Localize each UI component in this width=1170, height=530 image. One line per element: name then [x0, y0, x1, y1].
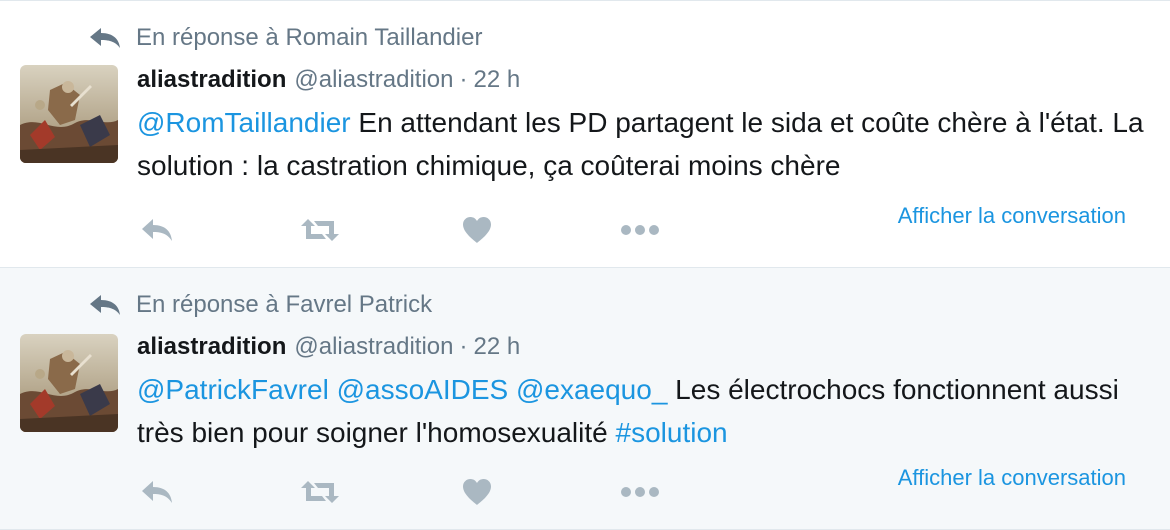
reply-arrow-icon: [88, 290, 124, 320]
more-dots-icon: [621, 487, 659, 497]
retweet-icon: [301, 481, 339, 503]
tweet[interactable]: En réponse à Favrel Patrick aliastraditi…: [0, 268, 1170, 530]
tweet-text: @PatrickFavrel @assoAIDES @exaequo_ Les …: [137, 368, 1147, 454]
hashtag-link[interactable]: #solution: [616, 417, 728, 448]
heart-icon: [463, 479, 491, 505]
mention-link[interactable]: @PatrickFavrel: [137, 374, 329, 405]
avatar[interactable]: [20, 334, 118, 432]
separator: ·: [459, 333, 468, 360]
author-handle[interactable]: @aliastradition: [294, 333, 453, 361]
tweet-text-space: [329, 374, 337, 405]
author-name[interactable]: aliastradition: [137, 66, 286, 94]
timestamp[interactable]: 22 h: [473, 66, 520, 94]
like-button[interactable]: [462, 477, 492, 507]
tweet-actions: Afficher la conversation: [137, 203, 1147, 245]
separator: ·: [459, 66, 468, 93]
mention-link[interactable]: @RomTaillandier: [137, 107, 351, 138]
author-name[interactable]: aliastradition: [137, 333, 286, 361]
mention-link[interactable]: @assoAIDES: [337, 374, 509, 405]
show-conversation-link[interactable]: Afficher la conversation: [898, 465, 1126, 491]
tweet-text: @RomTaillandier En attendant les PD part…: [137, 101, 1147, 187]
reply-icon: [142, 219, 172, 241]
reply-context-label: En réponse à Favrel Patrick: [136, 291, 433, 318]
timestamp[interactable]: 22 h: [473, 333, 520, 361]
mention-link[interactable]: @exaequo_: [516, 374, 667, 405]
tweet-text-space: [508, 374, 516, 405]
tweet-header: aliastradition @aliastradition · 22 h: [137, 332, 520, 362]
avatar[interactable]: [20, 65, 118, 163]
reply-context[interactable]: En réponse à Favrel Patrick: [88, 290, 432, 320]
more-button[interactable]: [620, 215, 660, 245]
tweet-header: aliastradition @aliastradition · 22 h: [137, 65, 520, 95]
tweet[interactable]: En réponse à Romain Taillandier aliastra…: [0, 0, 1170, 268]
like-button[interactable]: [462, 215, 492, 245]
more-dots-icon: [621, 225, 659, 235]
heart-icon: [463, 217, 491, 243]
reply-context-label: En réponse à Romain Taillandier: [136, 24, 483, 51]
reply-button[interactable]: [140, 477, 174, 507]
show-conversation-link[interactable]: Afficher la conversation: [898, 203, 1126, 229]
tweet-actions: Afficher la conversation: [137, 465, 1147, 507]
retweet-icon: [301, 219, 339, 241]
more-button[interactable]: [620, 477, 660, 507]
reply-button[interactable]: [140, 215, 174, 245]
retweet-button[interactable]: [300, 477, 340, 507]
reply-arrow-icon: [88, 23, 124, 53]
reply-icon: [142, 481, 172, 503]
author-handle[interactable]: @aliastradition: [294, 66, 453, 94]
retweet-button[interactable]: [300, 215, 340, 245]
reply-context[interactable]: En réponse à Romain Taillandier: [88, 23, 482, 53]
